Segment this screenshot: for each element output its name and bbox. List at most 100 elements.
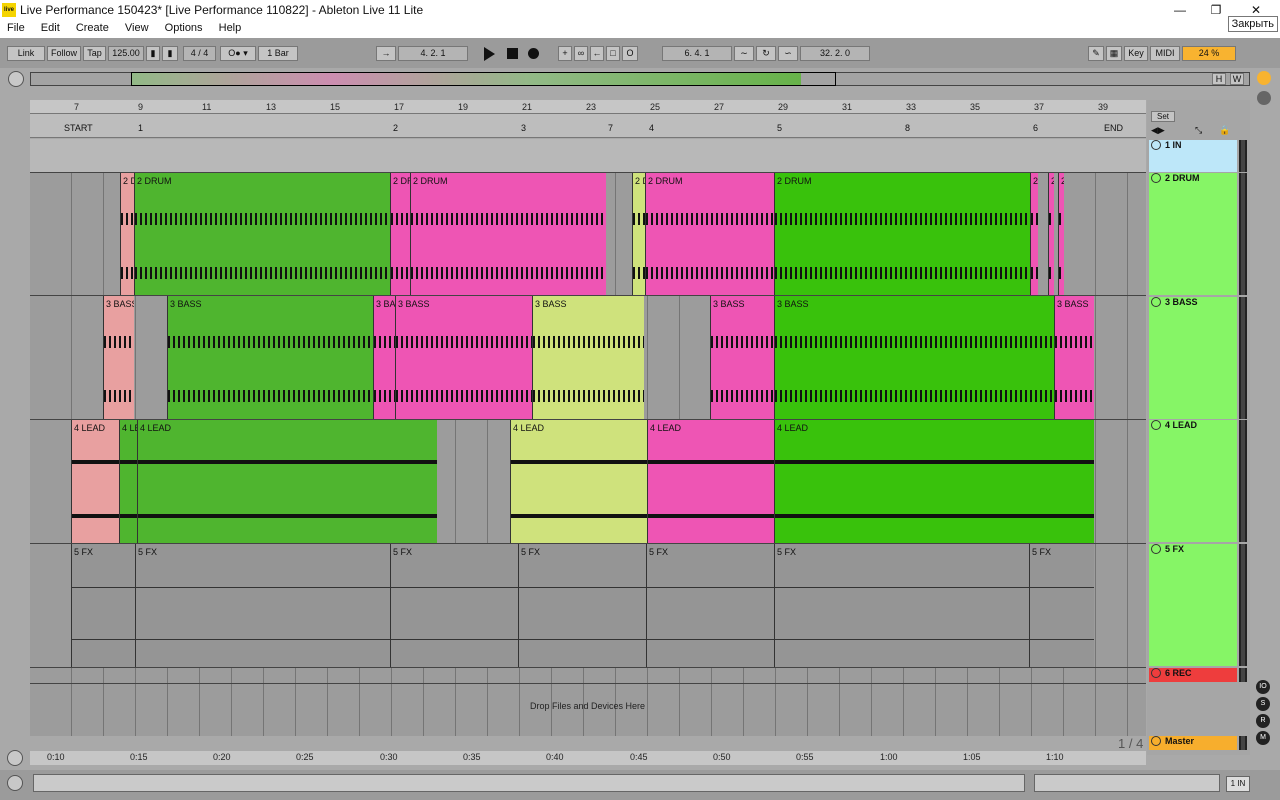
clip-5-fx[interactable]: 5 FX xyxy=(1029,544,1094,667)
clip-3-bass[interactable]: 3 BASS xyxy=(103,296,134,419)
punch-in-icon[interactable]: ∼ xyxy=(734,46,754,61)
clip-2-drum[interactable]: 2 xyxy=(1048,173,1054,295)
locator-marker[interactable]: START xyxy=(64,123,93,133)
metronome-icon[interactable]: O● ▾ xyxy=(220,46,256,61)
track-fold-icon[interactable] xyxy=(1151,173,1161,183)
arrangement-tracks[interactable]: 2 D2 DRUM2 DR2 DRUM2 D2 DRUM2 DRUM222 3 … xyxy=(30,139,1146,736)
clip-2-drum[interactable]: 2 DRUM xyxy=(774,173,1030,295)
automation-arm-icon[interactable]: ∞ xyxy=(574,46,588,61)
locator-marker[interactable]: END xyxy=(1104,123,1123,133)
nudge-up-icon[interactable]: ▮ xyxy=(162,46,178,61)
minimize-button[interactable]: — xyxy=(1160,0,1200,20)
clip-2-drum[interactable]: 2 DRUM xyxy=(645,173,774,295)
key-map-button[interactable]: Key xyxy=(1124,46,1148,61)
tempo-field[interactable]: 125.00 xyxy=(108,46,144,61)
track-fold-icon[interactable] xyxy=(1151,420,1161,430)
time-ruler[interactable]: 0:10 0:15 0:20 0:25 0:30 0:35 0:40 0:45 … xyxy=(30,751,1146,765)
clip-3-bass[interactable]: 3 BASS xyxy=(1054,296,1094,419)
expand-icon[interactable]: ⤡ xyxy=(1195,125,1202,136)
menu-edit[interactable]: Edit xyxy=(34,20,66,34)
clip-4-lead[interactable]: 4 LEAD xyxy=(71,420,119,543)
tap-button[interactable]: Tap xyxy=(83,46,106,61)
track-header-5-fx[interactable]: 5 FX xyxy=(1149,544,1237,666)
overview-toggle-icon[interactable] xyxy=(8,71,24,87)
sends-toggle-icon[interactable]: S xyxy=(1256,697,1270,711)
clip-2-drum[interactable]: 2 xyxy=(1030,173,1038,295)
track-header-master[interactable]: Master xyxy=(1149,736,1237,750)
re-enable-automation-icon[interactable]: ← xyxy=(590,46,604,61)
clip-5-fx[interactable]: 5 FX xyxy=(71,544,135,667)
track-lane-1-in[interactable] xyxy=(30,139,1146,173)
overview-window[interactable] xyxy=(131,72,836,86)
locator-marker[interactable]: 7 xyxy=(608,123,613,133)
info-view-toggle-icon[interactable] xyxy=(7,775,23,791)
clip-3-bass[interactable]: 3 BASS xyxy=(395,296,532,419)
clip-4-lead[interactable]: 4 LE xyxy=(119,420,137,543)
clip-5-fx[interactable]: 5 FX xyxy=(518,544,646,667)
loop-start-field[interactable]: 6. 4. 1 xyxy=(662,46,732,61)
clip-5-fx[interactable]: 5 FX xyxy=(390,544,518,667)
track-fold-icon[interactable] xyxy=(1151,736,1161,746)
locator-marker[interactable]: 2 xyxy=(393,123,398,133)
session-record-icon[interactable]: O xyxy=(622,46,638,61)
follow-arrow-icon[interactable]: → xyxy=(376,46,396,61)
clip-3-bass[interactable]: 3 BASS xyxy=(774,296,1054,419)
time-signature-field[interactable]: 4 / 4 xyxy=(183,46,216,61)
menu-options[interactable]: Options xyxy=(158,20,209,34)
track-header-6-rec[interactable]: 6 REC xyxy=(1149,668,1237,682)
track-lane-5-fx[interactable]: 5 FX 5 FX 5 FX 5 FX 5 FX 5 FX 5 FX xyxy=(30,544,1146,668)
track-lane-6-rec[interactable] xyxy=(30,668,1146,684)
clip-2-drum[interactable]: 2 DRUM xyxy=(134,173,390,295)
locator-marker[interactable]: 3 xyxy=(521,123,526,133)
browser-toggle-icon[interactable] xyxy=(1257,71,1271,85)
lock-icon[interactable]: 🔒 xyxy=(1219,125,1230,136)
clip-3-bass[interactable]: 3 BA xyxy=(373,296,395,419)
locator-lane[interactable]: START 1 2 3 7 4 5 8 6 END xyxy=(30,114,1146,138)
track-lane-4-lead[interactable]: 4 LEAD4 LE4 LEAD4 LEAD4 LEAD4 LEAD xyxy=(30,420,1146,544)
track-header-4-lead[interactable]: 4 LEAD xyxy=(1149,420,1237,542)
clip-3-bass[interactable]: 3 BASS xyxy=(167,296,373,419)
clip-2-drum[interactable]: 2 xyxy=(1058,173,1064,295)
track-header-1-in[interactable]: 1 IN xyxy=(1149,140,1237,172)
beat-ruler[interactable]: 7 9 11 13 15 17 19 21 23 25 27 29 31 33 … xyxy=(30,100,1146,114)
locator-marker[interactable]: 8 xyxy=(905,123,910,133)
io-toggle-icon[interactable]: IO xyxy=(1256,680,1270,694)
overview-bar[interactable] xyxy=(30,72,1250,86)
punch-out-icon[interactable]: ∽ xyxy=(778,46,798,61)
keyboard-icon[interactable]: ▦ xyxy=(1106,46,1122,61)
locator-marker[interactable]: 4 xyxy=(649,123,654,133)
clip-5-fx[interactable]: 5 FX xyxy=(135,544,390,667)
play-icon[interactable] xyxy=(484,47,495,61)
locator-marker[interactable]: 1 xyxy=(138,123,143,133)
track-fold-icon[interactable] xyxy=(1151,140,1161,150)
loop-length-field[interactable]: 32. 2. 0 xyxy=(800,46,870,61)
menu-create[interactable]: Create xyxy=(69,20,115,34)
track-fold-icon[interactable] xyxy=(1151,297,1161,307)
track-header-2-drum[interactable]: 2 DRUM xyxy=(1149,173,1237,295)
follow-button[interactable]: Follow xyxy=(47,46,81,61)
quantize-select[interactable]: 1 Bar xyxy=(258,46,298,61)
mixer-toggle-icon[interactable]: M xyxy=(1256,731,1270,745)
clip-2-drum[interactable]: 2 D xyxy=(632,173,645,295)
clip-3-bass[interactable]: 3 BASS xyxy=(710,296,774,419)
clip-5-fx[interactable]: 5 FX xyxy=(774,544,1029,667)
menu-help[interactable]: Help xyxy=(212,20,248,34)
locator-marker[interactable]: 6 xyxy=(1033,123,1038,133)
loop-switch-icon[interactable]: ↻ xyxy=(756,46,776,61)
clip-4-lead[interactable]: 4 LEAD xyxy=(647,420,774,543)
nudge-down-icon[interactable]: ▮ xyxy=(146,46,160,61)
clip-view-toggle-icon[interactable] xyxy=(1257,91,1271,105)
clip-4-lead[interactable]: 4 LEAD xyxy=(510,420,647,543)
clip-2-drum[interactable]: 2 DRUM xyxy=(410,173,606,295)
clip-3-bass[interactable]: 3 BASS xyxy=(532,296,644,419)
midi-map-button[interactable]: MIDI xyxy=(1150,46,1180,61)
clip-2-drum[interactable]: 2 DR xyxy=(390,173,410,295)
zoom-toggle-icon[interactable] xyxy=(7,750,23,766)
set-button[interactable]: Set xyxy=(1151,111,1175,122)
track-lane-2-drum[interactable]: 2 D2 DRUM2 DR2 DRUM2 D2 DRUM2 DRUM222 xyxy=(30,173,1146,296)
locator-marker[interactable]: 5 xyxy=(777,123,782,133)
link-button[interactable]: Link xyxy=(7,46,45,61)
h-button[interactable]: H xyxy=(1212,73,1226,85)
w-button[interactable]: W xyxy=(1230,73,1244,85)
arrangement-position-field[interactable]: 4. 2. 1 xyxy=(398,46,468,61)
